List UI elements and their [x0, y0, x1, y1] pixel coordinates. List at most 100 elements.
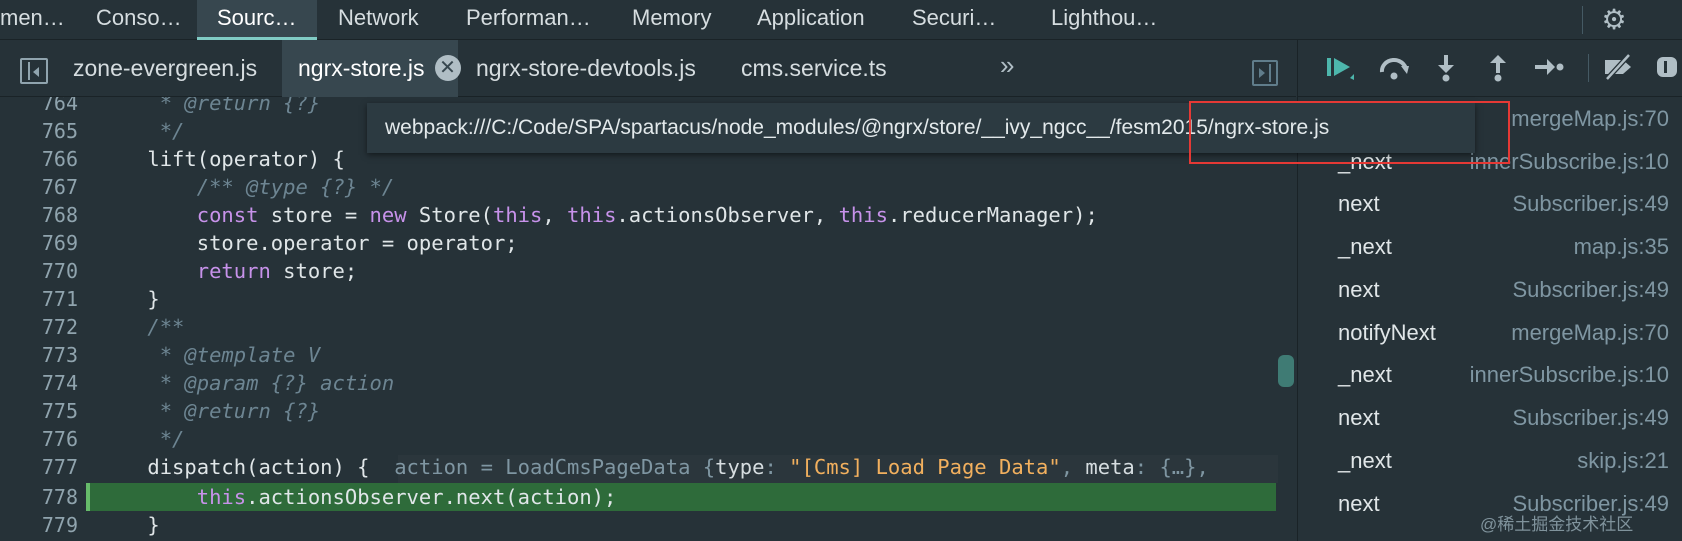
keyword: this — [98, 485, 247, 509]
code-text: */ — [98, 119, 185, 143]
inline-value-key: type — [715, 455, 765, 479]
frame-location[interactable]: Subscriber.js:49 — [1512, 183, 1669, 225]
frame-location[interactable]: skip.js:21 — [1577, 440, 1669, 482]
gear-icon[interactable]: ⚙ — [1598, 4, 1630, 36]
inline-value-string: "[Cms] Load Page Data" — [789, 455, 1061, 479]
code-token: dispatch(action) { — [98, 455, 370, 479]
call-stack-frame[interactable]: next Subscriber.js:49 — [1298, 269, 1682, 311]
frame-location[interactable]: mergeMap.js:70 — [1511, 98, 1669, 140]
keyword: this — [567, 203, 617, 227]
inline-value: action = LoadCmsPageData { — [369, 455, 716, 479]
step-into-icon[interactable] — [1428, 52, 1464, 86]
tab-network[interactable]: Network — [338, 0, 419, 40]
code-text: const store = new Store(this, this.actio… — [98, 201, 1098, 229]
file-tab-ngrx-store[interactable]: ngrx-store.js ✕ — [282, 40, 461, 97]
code-text: } — [98, 287, 160, 311]
line-number: 768 — [41, 203, 78, 227]
code-text: * @return {?} — [98, 97, 321, 115]
code-text: * @return {?} — [98, 399, 321, 423]
frame-function: _next — [1338, 362, 1392, 387]
frame-location[interactable]: Subscriber.js:49 — [1512, 269, 1669, 311]
line-number: 779 — [41, 513, 78, 537]
frame-location[interactable]: innerSubscribe.js:10 — [1470, 354, 1669, 396]
file-tab-cms-service[interactable]: cms.service.ts — [741, 40, 887, 97]
frame-location[interactable]: Subscriber.js:49 — [1512, 397, 1669, 439]
inline-value: , — [1060, 455, 1086, 479]
code-token: store = — [258, 203, 370, 227]
toggle-debugger-icon[interactable] — [1252, 60, 1278, 86]
close-icon[interactable]: ✕ — [434, 54, 461, 81]
tab-application[interactable]: Application — [757, 0, 865, 40]
line-number: 778 — [41, 485, 78, 509]
code-token: .actionsObserver, — [616, 203, 839, 227]
frame-function: notifyNext — [1338, 320, 1436, 345]
toolbar-divider — [1588, 54, 1589, 82]
code-editor[interactable]: 764 * @return {?} 765 */ 766 lift(operat… — [0, 97, 1296, 541]
resume-icon[interactable] — [1322, 52, 1358, 86]
scrollbar-thumb[interactable] — [1278, 355, 1294, 387]
line-number: 776 — [41, 427, 78, 451]
tab-console[interactable]: Conso… — [96, 0, 182, 40]
frame-function: next — [1338, 191, 1380, 216]
code-line: 776 */ — [0, 425, 1296, 453]
line-number: 774 — [41, 371, 78, 395]
keyword: this — [838, 203, 888, 227]
tab-memory[interactable]: Memory — [632, 0, 711, 40]
code-token: store; — [270, 259, 358, 283]
tab-performance[interactable]: Performan… — [466, 0, 591, 40]
call-stack-frame[interactable]: notifyNext mergeMap.js:70 — [1298, 312, 1682, 354]
frame-function: next — [1338, 491, 1380, 516]
call-stack-frame[interactable]: next Subscriber.js:49 — [1298, 183, 1682, 225]
file-tab-ngrx-store-devtools[interactable]: ngrx-store-devtools.js — [476, 40, 696, 97]
call-stack-frame[interactable]: next Subscriber.js:49 — [1298, 397, 1682, 439]
code-token: .actionsObserver.next(action); — [246, 485, 617, 509]
deactivate-breakpoints-icon[interactable] — [1600, 52, 1636, 86]
call-stack-frame[interactable]: _next innerSubscribe.js:10 — [1298, 354, 1682, 396]
code-line: 779 } — [0, 511, 1296, 539]
pause-on-exceptions-icon[interactable] — [1648, 52, 1682, 86]
toolbar-divider — [1582, 6, 1583, 34]
code-line: 772 /** — [0, 313, 1296, 341]
frame-function: next — [1338, 277, 1380, 302]
inline-value: : {…}, — [1134, 455, 1209, 479]
call-stack-frame[interactable]: _next skip.js:21 — [1298, 440, 1682, 482]
code-line: 773 * @template V — [0, 341, 1296, 369]
keyword: this — [492, 203, 543, 227]
debugger-toolbar — [1298, 40, 1682, 97]
code-line: 774 * @param {?} action — [0, 369, 1296, 397]
code-text: dispatch(action) { action = LoadCmsPageD… — [98, 453, 1209, 481]
line-number: 775 — [41, 399, 78, 423]
code-line: 769 store.operator = operator; — [0, 229, 1296, 257]
call-stack-frame[interactable]: _next map.js:35 — [1298, 226, 1682, 268]
code-text: return store; — [98, 257, 357, 285]
step-out-icon[interactable] — [1480, 52, 1516, 86]
code-line: 770 return store; — [0, 257, 1296, 285]
tab-sources[interactable]: Sourc… — [197, 0, 317, 40]
code-line: 768 const store = new Store(this, this.a… — [0, 201, 1296, 229]
line-number: 767 — [41, 175, 78, 199]
code-text: /** @type {?} */ — [98, 175, 395, 199]
toggle-navigator-icon[interactable] — [20, 58, 48, 84]
frame-location[interactable]: map.js:35 — [1574, 226, 1669, 268]
code-line: 771 } — [0, 285, 1296, 313]
code-text: /** — [98, 315, 185, 339]
inline-value: : — [764, 455, 790, 479]
line-number: 764 — [41, 97, 78, 115]
more-tabs-icon[interactable]: » — [1000, 50, 1014, 81]
tab-elements[interactable]: men… — [0, 0, 65, 40]
frame-location[interactable]: mergeMap.js:70 — [1511, 312, 1669, 354]
step-icon[interactable] — [1530, 52, 1566, 86]
code-line: 775 * @return {?} — [0, 397, 1296, 425]
code-line: 767 /** @type {?} */ — [0, 173, 1296, 201]
tab-security[interactable]: Securi… — [912, 0, 996, 40]
keyword: new — [369, 203, 407, 227]
frame-function: next — [1338, 405, 1380, 430]
tab-lighthouse[interactable]: Lighthou… — [1051, 0, 1157, 40]
file-tab-zone-evergreen[interactable]: zone-evergreen.js — [73, 40, 257, 97]
step-over-icon[interactable] — [1376, 52, 1412, 86]
code-text: this.actionsObserver.next(action); — [98, 483, 617, 511]
code-text: */ — [98, 427, 185, 451]
editor-file-tabs: zone-evergreen.js ngrx-store.js ✕ ngrx-st… — [0, 40, 1296, 97]
line-number: 765 — [41, 119, 78, 143]
code-line-current: 778 this.actionsObserver.next(action); — [0, 483, 1296, 511]
